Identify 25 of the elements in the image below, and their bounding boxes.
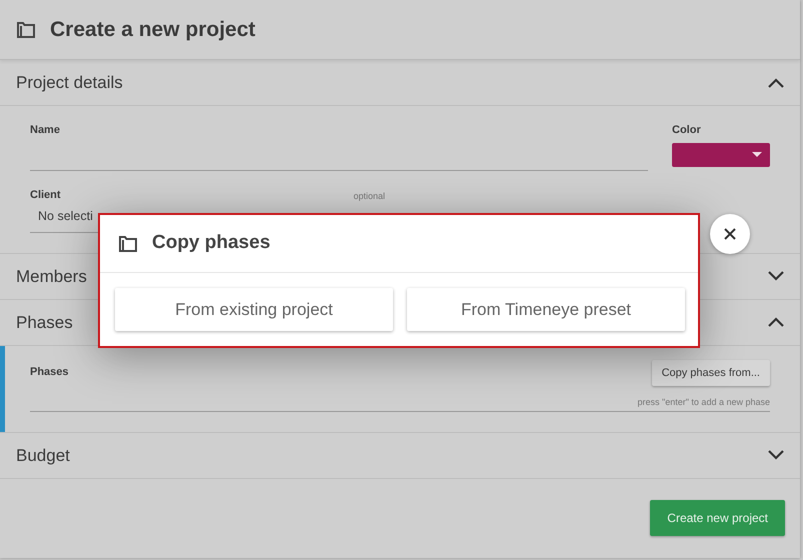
folder-icon: [118, 234, 138, 254]
field-label: Color: [672, 123, 702, 138]
section-title: Members: [16, 266, 87, 288]
section-header[interactable]: Budget: [0, 432, 800, 479]
section-title: Budget: [16, 444, 70, 466]
phase-input-field[interactable]: press "enter" to add a new phase: [30, 396, 770, 412]
close-button[interactable]: [710, 214, 750, 254]
field-label: Name: [30, 123, 61, 138]
option-button[interactable]: From existing project: [115, 288, 393, 331]
section-title: Phases: [16, 312, 73, 334]
input-hint: press "enter" to add a new phase: [638, 396, 770, 410]
dialog-title: Copy phases: [152, 231, 270, 256]
folder-icon: [16, 20, 36, 40]
optional-hint: optional: [353, 190, 385, 203]
section-title: Project details: [16, 72, 123, 94]
close-icon: [723, 227, 737, 241]
copy-phases-button[interactable]: Copy phases from...: [652, 360, 770, 386]
create-project-button[interactable]: Create new project: [650, 500, 785, 536]
caret-icon: [752, 152, 762, 157]
dialog-title: Create a new project: [50, 16, 256, 43]
color-select[interactable]: [672, 142, 770, 166]
field-label: Phases: [30, 364, 69, 380]
option-button[interactable]: From Timeneye preset: [407, 288, 685, 331]
field-label: Client: [30, 188, 61, 202]
section-header[interactable]: Project details: [0, 60, 800, 106]
